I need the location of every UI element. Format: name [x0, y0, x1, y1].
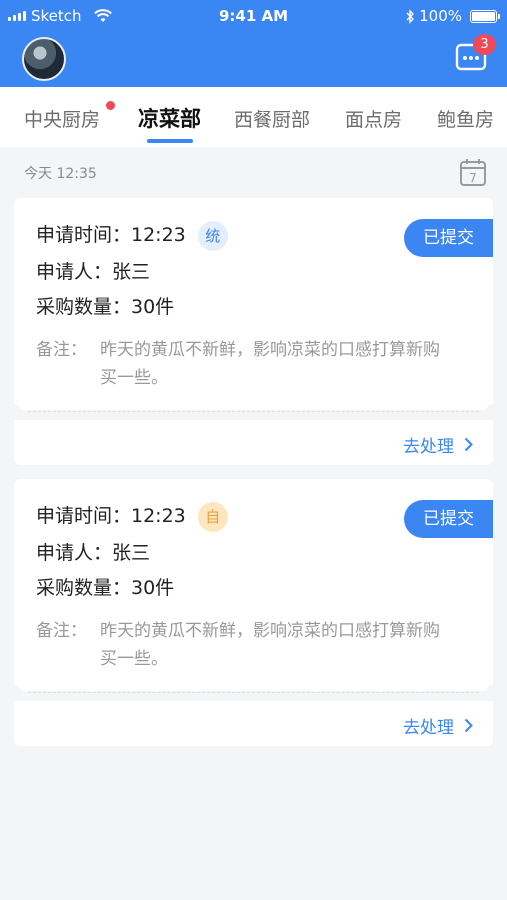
order-type-tag: 自	[197, 501, 228, 532]
note-label: 备注：	[36, 621, 87, 641]
order-details: 申请时间：12:23 自 已提交 申请人：张三 采购数量：30件 备注： 昨天的黄…	[14, 479, 493, 691]
order-footer: 去处理	[14, 420, 493, 465]
tab-central-kitchen[interactable]: 中央厨房	[24, 105, 100, 132]
app-header: Sketch 9:41 AM 100% 3	[0, 0, 507, 87]
order-footer: 去处理	[14, 701, 493, 746]
ticket-notch-left	[7, 685, 21, 699]
request-time-line: 申请时间：12:23 统	[36, 220, 228, 251]
avatar[interactable]	[22, 37, 66, 81]
note-text: 昨天的黄瓜不新鲜，影响凉菜的口感打算新购买一些。	[100, 621, 440, 669]
request-time: 申请时间：12:23	[36, 505, 186, 527]
purchase-quantity: 采购数量：30件	[36, 296, 175, 318]
department-tabs: 中央厨房 凉菜部 西餐厨部 面点房 鲍鱼房	[0, 87, 507, 147]
request-time: 申请时间：12:23	[36, 224, 186, 246]
battery-percent: 100%	[419, 7, 462, 25]
status-bar: Sketch 9:41 AM 100%	[0, 0, 507, 32]
note-label: 备注：	[36, 340, 87, 360]
process-link[interactable]: 去处理	[403, 432, 473, 457]
applicant: 申请人：张三	[36, 261, 151, 283]
ticket-notch-left	[7, 404, 21, 418]
tab-cold-dishes[interactable]: 凉菜部	[138, 103, 201, 133]
order-details: 申请时间：12:23 统 已提交 申请人：张三 采购数量：30件 备注： 昨天的黄…	[14, 198, 493, 410]
note-text: 昨天的黄瓜不新鲜，影响凉菜的口感打算新购买一些。	[100, 340, 440, 388]
tab-western-kitchen[interactable]: 西餐厨部	[234, 105, 310, 132]
applicant: 申请人：张三	[36, 542, 151, 564]
process-link[interactable]: 去处理	[403, 713, 473, 738]
status-button[interactable]: 已提交	[404, 500, 493, 538]
dashed-divider	[28, 411, 479, 412]
status-button[interactable]: 已提交	[404, 219, 493, 257]
bluetooth-icon	[406, 8, 415, 24]
tab-pastry[interactable]: 面点房	[345, 105, 402, 132]
message-badge: 3	[473, 34, 496, 55]
calendar-icon[interactable]: 7	[459, 157, 487, 187]
tab-abalone[interactable]: 鲍鱼房	[437, 105, 494, 132]
chevron-right-icon	[464, 718, 473, 733]
date-label: 今天 12:35	[24, 166, 97, 182]
process-label: 去处理	[403, 437, 454, 457]
request-time-line: 申请时间：12:23 自	[36, 501, 228, 532]
purchase-quantity: 采购数量：30件	[36, 577, 175, 599]
battery-icon	[470, 9, 500, 23]
process-label: 去处理	[403, 718, 454, 738]
active-tab-indicator	[147, 139, 193, 143]
order-type-tag: 统	[197, 220, 228, 251]
status-right: 100%	[406, 7, 500, 25]
ticket-notch-right	[486, 404, 500, 418]
unread-dot	[106, 101, 115, 110]
calendar-day: 7	[469, 171, 477, 185]
ticket-notch-right	[486, 685, 500, 699]
dashed-divider	[28, 692, 479, 693]
chevron-right-icon	[464, 437, 473, 452]
